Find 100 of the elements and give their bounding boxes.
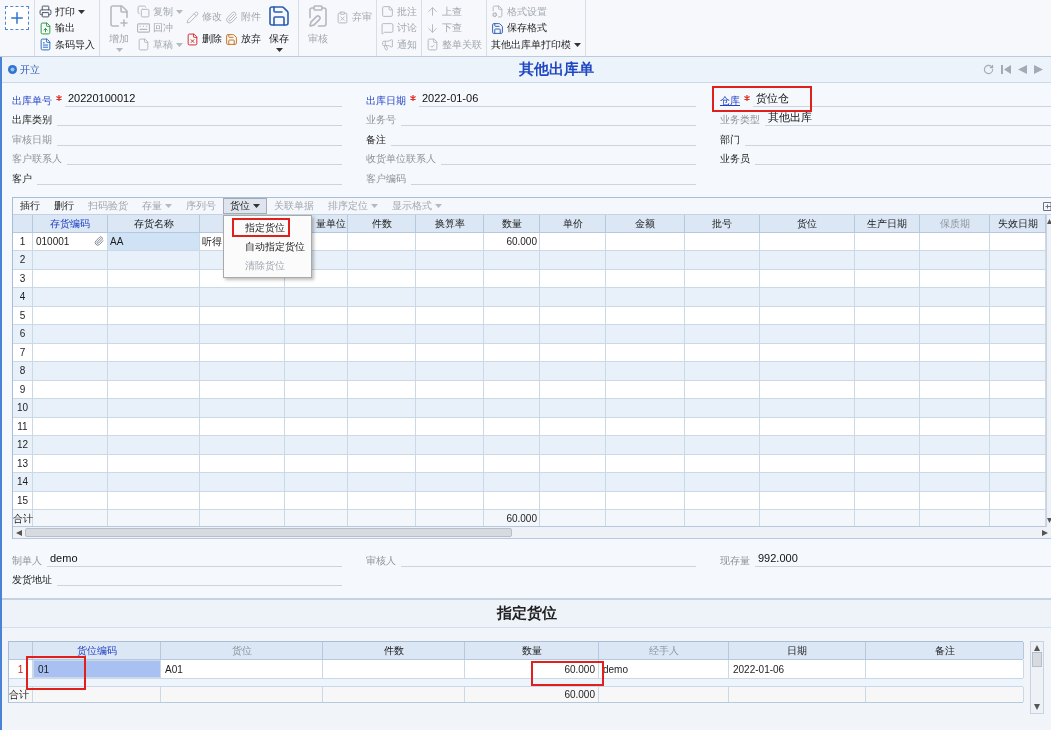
row-number: 13 — [13, 454, 33, 472]
column-header[interactable]: 批号 — [685, 214, 760, 232]
paperclip-icon[interactable] — [94, 236, 104, 247]
column-header[interactable]: 量单位 — [285, 214, 348, 232]
refresh-icon[interactable] — [983, 64, 994, 75]
total-label: 合计 — [9, 687, 33, 702]
pencil-icon — [186, 10, 199, 24]
input-field[interactable]: 2022-01-06 — [419, 91, 696, 107]
toolbar-button[interactable]: 插行 — [13, 197, 47, 214]
scrollbar-thumb[interactable] — [25, 528, 512, 537]
toolbar-button[interactable]: 删行 — [47, 197, 81, 214]
document-check-icon — [426, 38, 439, 51]
toolbar-button[interactable]: 货位 — [223, 197, 267, 214]
first-page-icon[interactable] — [1001, 65, 1011, 74]
document-x-icon — [186, 32, 199, 46]
add-button[interactable] — [5, 6, 29, 30]
menu-item[interactable]: 指定货位 — [232, 217, 290, 237]
table-row[interactable]: 8 — [13, 362, 1046, 381]
plus-icon — [8, 9, 26, 27]
status-dot-icon — [8, 65, 17, 74]
field-label: 备注 — [366, 132, 386, 146]
field-label: 客户 — [12, 171, 32, 185]
printer-icon — [39, 5, 52, 18]
toolbar-button[interactable]: 保存格式 — [491, 21, 547, 35]
table-cell: demo — [599, 660, 729, 678]
sticky-note-icon — [381, 5, 394, 18]
field-link[interactable]: 仓库 — [720, 93, 740, 107]
table-cell: 60.000 — [484, 232, 540, 250]
scroll-right-icon[interactable] — [1042, 529, 1048, 536]
toolbar-button[interactable]: 删除 — [186, 32, 222, 46]
row-number: 11 — [13, 417, 33, 435]
table-cell: 60.000 — [484, 510, 540, 526]
row-number: 9 — [13, 380, 33, 398]
column-header[interactable]: 货位编码 — [33, 642, 161, 659]
row-number: 3 — [13, 269, 33, 287]
table-row[interactable]: 14 — [13, 473, 1046, 492]
table-cell: 60.000 — [465, 687, 599, 702]
arrow-down-icon — [426, 21, 439, 35]
clipboard-x-icon — [336, 10, 349, 24]
field-label: 审核日期 — [12, 132, 52, 146]
arrow-up-icon — [426, 5, 439, 18]
column-header[interactable]: 单价 — [540, 214, 606, 232]
total-label: 合计 — [13, 510, 33, 526]
scrollbar-thumb[interactable] — [1032, 652, 1042, 667]
document-icon — [137, 38, 150, 51]
field-label: 部门 — [720, 132, 740, 146]
input-field[interactable]: 货位仓 — [753, 91, 1051, 107]
row-number: 15 — [13, 491, 33, 509]
table-cell-text: 010001 — [36, 234, 70, 249]
toolbar-button[interactable]: 放弃 — [225, 32, 261, 46]
column-header[interactable]: 存货名称 — [108, 214, 200, 232]
megaphone-icon — [381, 38, 394, 51]
row-number: 10 — [13, 399, 33, 417]
previous-icon[interactable] — [1018, 65, 1027, 74]
row-number: 6 — [13, 325, 33, 343]
field-label: 业务类型 — [720, 113, 760, 126]
vertical-scrollbar[interactable] — [1046, 214, 1051, 527]
row-number: 5 — [13, 306, 33, 324]
toolbar-button[interactable]: 打印 — [39, 4, 85, 19]
row-number: 1 — [13, 232, 33, 250]
field-label: 发货地址 — [12, 573, 52, 586]
table-cell: 2022-01-06 — [729, 660, 866, 678]
table-row[interactable]: 4 — [13, 288, 1046, 307]
document-gear-icon — [491, 5, 504, 18]
toolbar-button[interactable]: 输出 — [39, 21, 75, 35]
document-arrow-icon — [39, 21, 52, 35]
toolbar-button[interactable]: 保存 — [264, 3, 294, 53]
column-header[interactable]: 件数 — [323, 642, 465, 659]
column-header[interactable]: 件数 — [348, 214, 416, 232]
column-header[interactable]: 金额 — [606, 214, 685, 232]
document-plus-icon — [107, 4, 131, 28]
vertical-scrollbar[interactable] — [1030, 641, 1044, 714]
column-header[interactable]: 数量 — [465, 642, 599, 659]
keyboard-icon — [137, 23, 150, 33]
field-label: 收货单位联系人 — [366, 152, 436, 165]
toolbar-button[interactable]: 条码导入 — [39, 37, 95, 52]
table-cell: 60.000 — [465, 660, 599, 678]
field-label: 制单人 — [12, 553, 42, 567]
field-label: 现存量 — [720, 553, 750, 567]
next-icon[interactable] — [1034, 65, 1043, 74]
table-row[interactable]: 12 — [13, 436, 1046, 455]
table-row[interactable]: 1 01 A01 60.000 demo 2022-01-06 — [9, 660, 1023, 679]
row-number: 7 — [13, 343, 33, 361]
toolbar-button[interactable]: 其他出库单打印模 — [491, 37, 581, 52]
column-header[interactable]: 换算率 — [416, 214, 484, 232]
table-row[interactable]: 10 — [13, 399, 1046, 418]
table-row[interactable]: 6 — [13, 325, 1046, 344]
field-label: 出库单号 — [12, 93, 52, 107]
scroll-left-icon[interactable] — [16, 529, 22, 536]
column-header[interactable]: 数量 — [484, 214, 540, 232]
column-header[interactable]: 货位 — [760, 214, 855, 232]
scroll-down-icon[interactable] — [1034, 704, 1040, 710]
table-row[interactable] — [9, 679, 1023, 687]
column-header[interactable]: 备注 — [866, 642, 1024, 659]
column-header[interactable]: 生产日期 — [855, 214, 920, 232]
column-header[interactable]: 日期 — [729, 642, 866, 659]
panel-title: 指定货位 — [496, 603, 557, 624]
expand-icon[interactable] — [1043, 201, 1051, 211]
input-field[interactable]: 20220100012 — [65, 91, 342, 107]
column-header[interactable]: 存货编码 — [33, 214, 108, 232]
